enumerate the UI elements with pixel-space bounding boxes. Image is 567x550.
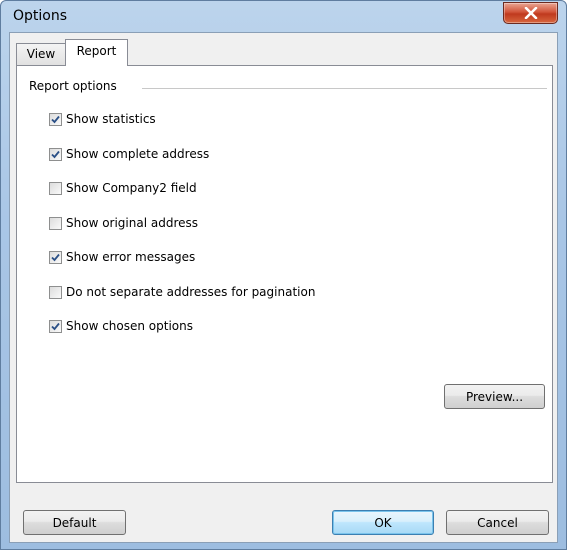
report-options-group-label: Report options [29,79,121,93]
checkbox[interactable] [49,112,62,126]
tab-view-label: View [26,47,56,61]
checkmark-icon [51,322,60,330]
checkbox[interactable] [49,285,62,299]
option-show-original-address[interactable]: Show original address [49,214,198,232]
option-show-chosen-options[interactable]: Show chosen options [49,317,193,335]
dialog-client-area: View Report Report options Show statisti… [9,32,558,543]
option-do-not-separate-addresses[interactable]: Do not separate addresses for pagination [49,283,315,301]
preview-button[interactable]: Preview... [444,384,545,409]
option-label: Show statistics [66,112,156,126]
window-title: Options [13,8,68,24]
option-label: Show error messages [66,250,196,264]
option-label: Show complete address [66,147,210,161]
options-dialog: Options View Report Report options Show … [0,0,567,550]
cancel-button[interactable]: Cancel [446,510,549,535]
tab-report-label: Report [76,44,117,58]
ok-button[interactable]: OK [332,510,434,535]
option-show-statistics[interactable]: Show statistics [49,110,156,128]
option-show-company2-field[interactable]: Show Company2 field [49,179,197,197]
checkmark-icon [51,150,60,158]
option-label: Show chosen options [66,319,193,333]
option-label: Show Company2 field [66,181,197,195]
default-button[interactable]: Default [23,510,126,535]
checkbox[interactable] [49,216,62,230]
close-button[interactable] [503,2,558,24]
option-show-error-messages[interactable]: Show error messages [49,248,195,266]
checkmark-icon [51,115,60,123]
tab-report[interactable]: Report [65,39,128,66]
option-show-complete-address[interactable]: Show complete address [49,145,209,163]
tab-view[interactable]: View [16,43,66,65]
checkbox[interactable] [49,147,62,161]
report-tab-panel: Report options Show statistics Show comp… [16,65,553,483]
checkmark-icon [51,253,60,261]
checkbox[interactable] [49,181,62,195]
checkbox[interactable] [49,319,62,333]
option-label: Show original address [66,216,199,230]
checkbox[interactable] [49,250,62,264]
close-icon [524,7,537,19]
option-label: Do not separate addresses for pagination [66,285,316,299]
group-divider [142,88,547,89]
title-bar[interactable]: Options [1,1,566,33]
